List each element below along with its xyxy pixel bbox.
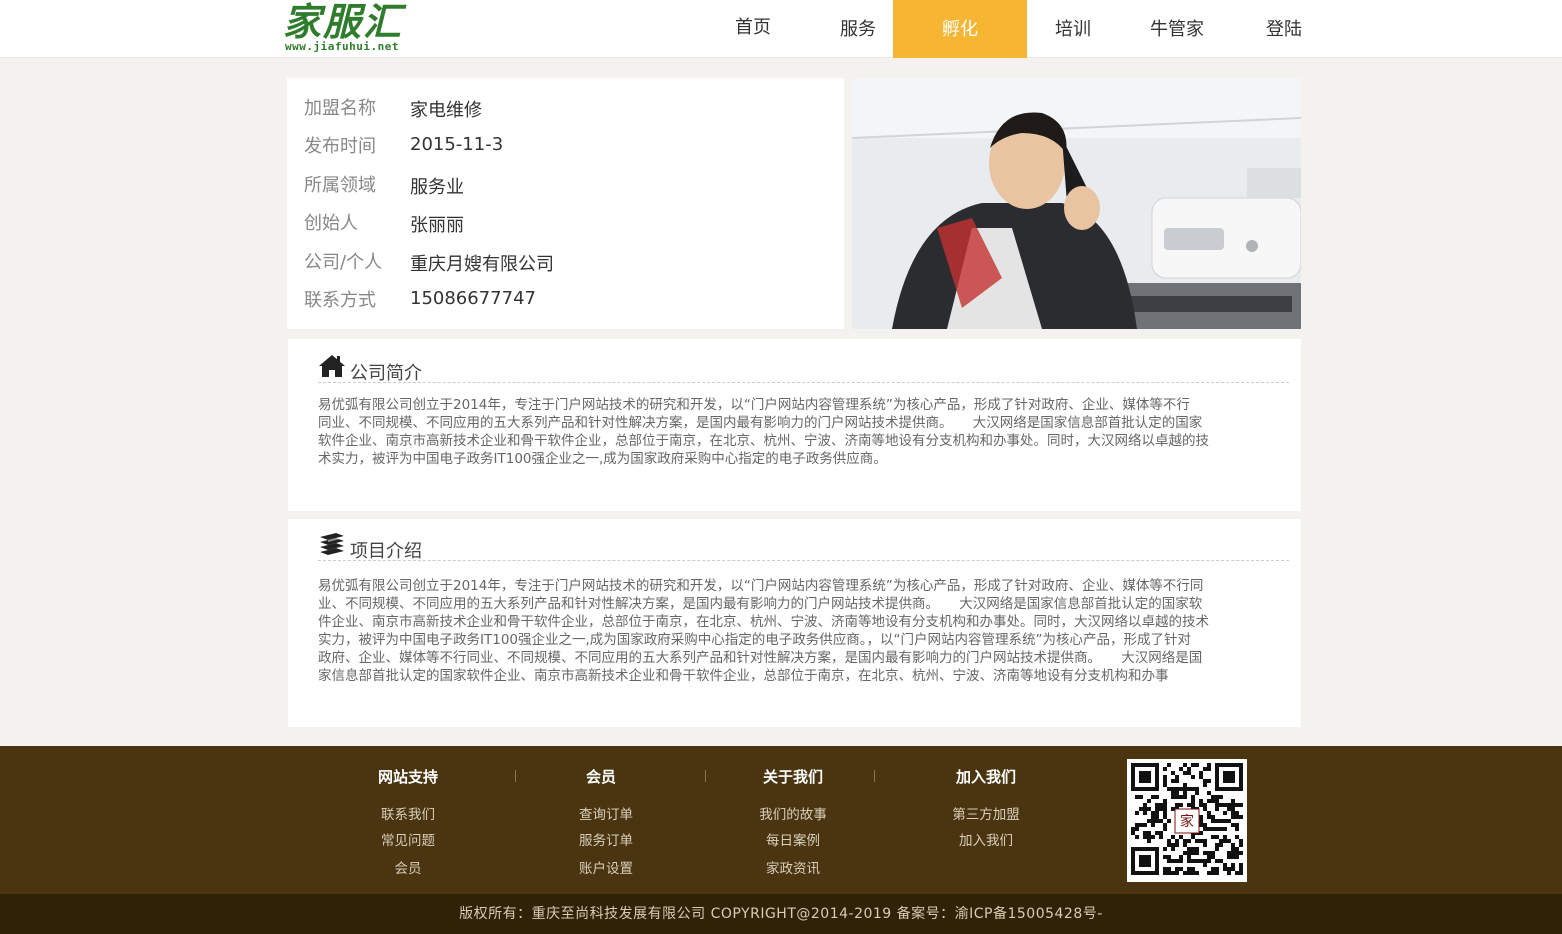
footer-link-story[interactable]: 我们的故事: [713, 803, 873, 823]
photo-illustration: [852, 78, 1301, 329]
info-row-date: 发布时间 2015-11-3: [304, 132, 834, 162]
company-intro-text: 易优弧有限公司创立于2014年，专注于门户网站技术的研究和开发，以“门户网站内容…: [318, 396, 1288, 468]
footer-col-title: 关于我们: [762, 768, 823, 786]
franchise-photo: [852, 78, 1301, 329]
logo-url: www.jiafuhui.net: [285, 40, 399, 53]
text-line: 家信息部首批认定的国家软件企业、南京市高新技术企业和骨干软件企业，总部位于南京，…: [318, 668, 1169, 684]
company-intro-header: 公司简介: [318, 353, 1289, 384]
project-intro-section: 项目介绍 易优弧有限公司创立于2014年，专注于门户网站技术的研究和开发，以“门…: [288, 519, 1301, 727]
company-intro-title: 公司简介: [350, 363, 422, 384]
footer-col-title: 会员: [585, 768, 616, 786]
info-value: 2015-11-3: [410, 134, 504, 155]
project-intro-header: 项目介绍: [318, 531, 1289, 562]
info-row-field: 所属领域 服务业: [304, 171, 834, 201]
text-line: 实力，被评为中国电子政务IT100强企业之一,成为国家政府采购中心指定的电子政务…: [318, 632, 1192, 648]
footer-link-franchise[interactable]: 第三方加盟: [906, 803, 1066, 823]
text-line: 件企业、南京市高新技术企业和骨干软件企业，总部位于南京，在北京、杭州、宁波、济南…: [318, 614, 1209, 630]
info-row-company: 公司/个人 重庆月嫂有限公司: [304, 248, 834, 278]
info-label: 发布时间: [304, 136, 376, 157]
books-icon: [318, 531, 346, 557]
nav-service[interactable]: 服务: [832, 0, 884, 58]
footer-link-join[interactable]: 加入我们: [906, 829, 1066, 849]
info-label: 联系方式: [304, 290, 376, 311]
footer-link-account[interactable]: 账户设置: [526, 857, 686, 877]
text-line: 易优弧有限公司创立于2014年，专注于门户网站技术的研究和开发，以“门户网站内容…: [318, 578, 1204, 594]
text-line: 同业、不同规模、不同应用的五大系列产品和针对性解决方案，是国内最有影响力的门户网…: [318, 415, 1203, 431]
footer-separator: [705, 770, 706, 782]
footer-link-faq[interactable]: 常见问题: [328, 829, 488, 849]
footer-link-cases[interactable]: 每日案例: [713, 829, 873, 849]
nav-incubate[interactable]: 孵化: [893, 0, 1027, 58]
qr-code: 家: [1127, 759, 1247, 882]
nav-butler[interactable]: 牛管家: [1144, 0, 1210, 58]
site-header: 家服汇 www.jiafuhui.net 首页 服务 孵化 培训 牛管家 登陆: [0, 0, 1562, 58]
franchise-info-card: 加盟名称 家电维修 发布时间 2015-11-3 所属领域 服务业 创始人 张丽…: [287, 78, 844, 329]
footer-link-member[interactable]: 会员: [328, 857, 488, 877]
text-line: 业、不同规模、不同应用的五大系列产品和针对性解决方案，是国内最有影响力的门户网站…: [318, 596, 1203, 612]
info-label: 所属领域: [304, 175, 376, 196]
info-value: 15086677747: [410, 288, 536, 309]
info-label: 公司/个人: [304, 252, 383, 273]
qr-center-label: 家: [1180, 813, 1194, 830]
text-line: 软件企业、南京市高新技术企业和骨干软件企业，总部位于南京，在北京、杭州、宁波、济…: [318, 433, 1209, 449]
project-intro-title: 项目介绍: [350, 541, 422, 562]
text-line: 易优弧有限公司创立于2014年，专注于门户网站技术的研究和开发，以“门户网站内容…: [318, 397, 1190, 413]
nav-home[interactable]: 首页: [727, 0, 779, 58]
info-value: 服务业: [410, 177, 464, 198]
info-value: 张丽丽: [410, 215, 464, 236]
info-value: 家电维修: [410, 100, 482, 121]
nav-training[interactable]: 培训: [1047, 0, 1099, 58]
footer-separator: [515, 770, 516, 782]
site-logo[interactable]: 家服汇 www.jiafuhui.net: [281, 2, 413, 56]
footer-link-news[interactable]: 家政资讯: [713, 857, 873, 877]
company-intro-section: 公司简介 易优弧有限公司创立于2014年，专注于门户网站技术的研究和开发，以“门…: [288, 339, 1301, 511]
footer-separator: [874, 770, 875, 782]
footer-col-title: 加入我们: [955, 768, 1016, 786]
info-label: 加盟名称: [304, 98, 376, 119]
info-row-name: 加盟名称 家电维修: [304, 94, 834, 124]
copyright-bar: 版权所有：重庆至尚科技发展有限公司 COPYRIGHT@2014-2019 备案…: [0, 894, 1562, 934]
info-row-founder: 创始人 张丽丽: [304, 209, 834, 239]
footer-link-contact[interactable]: 联系我们: [328, 803, 488, 823]
text-line: 政府、企业、媒体等不行同业、不同规模、不同应用的五大系列产品和针对性解决方案，是…: [318, 650, 1203, 666]
footer-col-title: 网站支持: [377, 768, 438, 786]
logo-text: 家服汇: [283, 0, 404, 44]
nav-login[interactable]: 登陆: [1258, 0, 1310, 58]
info-label: 创始人: [304, 213, 358, 234]
home-icon: [318, 353, 346, 379]
info-value: 重庆月嫂有限公司: [410, 254, 554, 275]
footer-link-service-order[interactable]: 服务订单: [526, 829, 686, 849]
site-footer: 网站支持 联系我们 常见问题 会员 会员 查询订单 服务订单 账户设置 关于我们…: [0, 746, 1562, 894]
project-intro-text: 易优弧有限公司创立于2014年，专注于门户网站技术的研究和开发，以“门户网站内容…: [318, 577, 1288, 685]
footer-link-query-order[interactable]: 查询订单: [526, 803, 686, 823]
text-line: 术实力，被评为中国电子政务IT100强企业之一,成为国家政府采购中心指定的电子政…: [318, 451, 887, 467]
info-row-contact: 联系方式 15086677747: [304, 286, 834, 316]
